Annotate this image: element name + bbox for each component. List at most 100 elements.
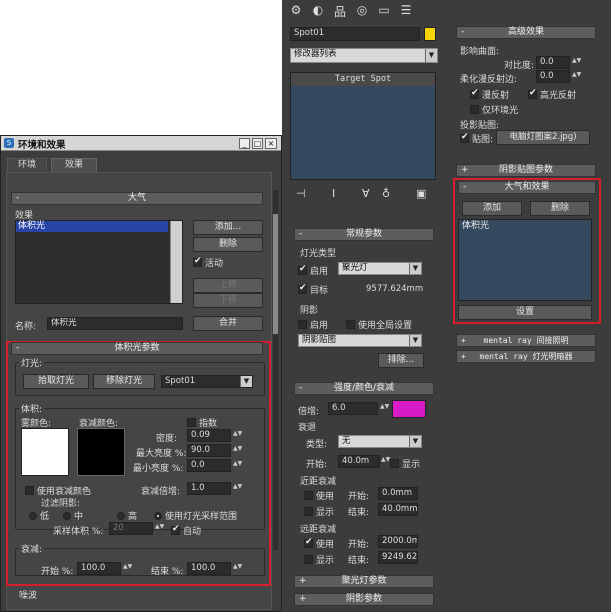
- list-item[interactable]: 体积光: [459, 220, 591, 232]
- shadow-type-dropdown[interactable]: 阴影贴图 ▼: [298, 334, 422, 347]
- scrollbar[interactable]: [273, 190, 278, 550]
- map-checkbox[interactable]: 贴图:: [460, 132, 493, 145]
- atm-effects-list[interactable]: 体积光: [458, 219, 592, 301]
- auto-checkbox[interactable]: 自动: [171, 524, 201, 537]
- radio-high[interactable]: 高: [117, 509, 137, 522]
- rollout-advanced-effects[interactable]: - 高级效果: [456, 26, 596, 39]
- tab-environment[interactable]: 环境: [7, 158, 47, 172]
- motion-tab-icon[interactable]: ◎: [354, 3, 370, 19]
- spinner-icon[interactable]: ▲▼: [380, 404, 389, 410]
- sample-vol-input[interactable]: 20: [109, 522, 153, 535]
- contrast-input[interactable]: 0.0: [536, 56, 570, 69]
- atten-end-input[interactable]: 100.0: [187, 562, 231, 575]
- rollout-atmosphere[interactable]: - 大气: [11, 192, 263, 205]
- hierarchy-tab-icon[interactable]: 品: [332, 3, 348, 19]
- rollout-mr-shader[interactable]: + mental ray 灯光明暗器: [456, 350, 596, 363]
- atten-start-input[interactable]: 100.0: [77, 562, 121, 575]
- modify-tab-icon[interactable]: ◐: [310, 3, 326, 19]
- near-use-checkbox[interactable]: 使用: [304, 489, 334, 502]
- maximize-button[interactable]: □: [252, 138, 263, 149]
- far-use-checkbox[interactable]: 使用: [304, 537, 334, 550]
- radio-mid[interactable]: 中: [63, 509, 83, 522]
- exponential-checkbox[interactable]: 指数: [187, 416, 217, 429]
- spinner-icon[interactable]: ▲▼: [572, 58, 581, 64]
- near-end-input[interactable]: 40.0mm: [378, 503, 418, 516]
- object-color-swatch[interactable]: [424, 27, 436, 41]
- minimize-button[interactable]: _: [239, 138, 250, 149]
- setup-button[interactable]: 设置: [458, 305, 592, 320]
- rollout-general-params[interactable]: - 常规参数: [294, 228, 434, 241]
- decay-start-input[interactable]: 40.0m: [338, 455, 380, 468]
- name-input[interactable]: 体积光: [47, 317, 183, 330]
- rollout-mr-indirect[interactable]: + mental ray 间接照明: [456, 334, 596, 347]
- near-show-checkbox[interactable]: 显示: [304, 505, 334, 518]
- merge-button[interactable]: 合并: [193, 316, 263, 331]
- add-atm-button[interactable]: 添加: [462, 201, 522, 216]
- shadow-on-checkbox[interactable]: 启用: [298, 318, 328, 331]
- spinner-icon[interactable]: ▲▼: [233, 431, 242, 437]
- list-scrollbar[interactable]: [170, 221, 182, 303]
- far-start-input[interactable]: 2000.0m: [378, 535, 418, 548]
- delete-effect-button[interactable]: 删除: [193, 237, 263, 252]
- projector-map-button[interactable]: 电脑灯图案2.jpg): [496, 130, 590, 145]
- show-end-result-icon[interactable]: Ⅰ: [332, 187, 335, 200]
- soften-input[interactable]: 0.0: [536, 70, 570, 83]
- exclude-button[interactable]: 排除...: [378, 353, 424, 368]
- rollout-spotlight-params[interactable]: + 聚光灯参数: [294, 575, 434, 588]
- decay-show-checkbox[interactable]: 显示: [390, 457, 420, 470]
- object-name-input[interactable]: Spot01: [290, 27, 420, 41]
- light-color-swatch[interactable]: [392, 400, 426, 418]
- spinner-icon[interactable]: ▲▼: [381, 457, 390, 463]
- near-start-input[interactable]: 0.0mm: [378, 487, 418, 500]
- radio-low[interactable]: 低: [29, 509, 49, 522]
- pick-light-button[interactable]: 拾取灯光: [23, 374, 89, 389]
- specular-checkbox[interactable]: 高光反射: [528, 88, 576, 101]
- spinner-icon[interactable]: ▲▼: [572, 72, 581, 78]
- spinner-icon[interactable]: ▲▼: [233, 564, 242, 570]
- light-on-checkbox[interactable]: 启用: [298, 264, 328, 277]
- spinner-icon[interactable]: ▲▼: [155, 524, 164, 530]
- atten-mult-input[interactable]: 1.0: [187, 482, 231, 495]
- rollout-shadow-map-params[interactable]: + 阴影贴图参数: [456, 164, 596, 177]
- add-effect-button[interactable]: 添加...: [193, 220, 263, 235]
- create-tab-icon[interactable]: ⚙: [288, 3, 304, 19]
- list-item[interactable]: 体积光: [16, 221, 168, 232]
- spinner-icon[interactable]: ▲▼: [233, 446, 242, 452]
- remove-light-button[interactable]: 移除灯光: [93, 374, 155, 389]
- spinner-icon[interactable]: ▲▼: [123, 564, 132, 570]
- far-end-input[interactable]: 9249.62: [378, 551, 418, 564]
- pin-stack-icon[interactable]: ⊣: [296, 187, 306, 200]
- configure-sets-icon[interactable]: ▣: [416, 187, 426, 200]
- modifier-stack[interactable]: Target Spot: [290, 72, 436, 180]
- light-type-dropdown[interactable]: 聚光灯 ▼: [338, 262, 422, 275]
- max-bright-input[interactable]: 90.0: [187, 444, 231, 457]
- move-down-button[interactable]: 下移: [193, 293, 263, 308]
- stack-item[interactable]: Target Spot: [291, 73, 435, 86]
- light-select[interactable]: Spot01 ▼: [161, 375, 253, 388]
- radio-use-sample-range[interactable]: 使用灯光采样范围: [154, 509, 237, 522]
- rollout-shadow-params[interactable]: + 阴影参数: [294, 593, 434, 606]
- rollout-atmospheres-effects[interactable]: - 大气和效果: [458, 181, 596, 194]
- close-button[interactable]: ×: [265, 138, 277, 149]
- active-checkbox[interactable]: 活动: [193, 256, 223, 269]
- target-checkbox[interactable]: 目标: [298, 283, 328, 296]
- atten-color-swatch[interactable]: [77, 428, 125, 476]
- density-input[interactable]: 0.09: [187, 429, 231, 442]
- modifier-list-dropdown[interactable]: 修改器列表 ▼: [290, 48, 438, 63]
- spinner-icon[interactable]: ▲▼: [233, 461, 242, 467]
- spinner-icon[interactable]: ▲▼: [233, 484, 242, 490]
- make-unique-icon[interactable]: ∀: [362, 187, 370, 200]
- remove-modifier-icon[interactable]: ♁: [382, 187, 390, 200]
- decay-type-dropdown[interactable]: 无 ▼: [338, 435, 422, 448]
- rollout-volume-light[interactable]: - 体积光参数: [11, 342, 263, 355]
- delete-atm-button[interactable]: 删除: [530, 201, 590, 216]
- min-bright-input[interactable]: 0.0: [187, 459, 231, 472]
- tab-effects[interactable]: 效果: [51, 158, 97, 172]
- rollout-intensity[interactable]: - 强度/颜色/衰减: [294, 382, 434, 395]
- far-show-checkbox[interactable]: 显示: [304, 553, 334, 566]
- fog-color-swatch[interactable]: [21, 428, 69, 476]
- move-up-button[interactable]: 上移: [193, 278, 263, 293]
- diffuse-checkbox[interactable]: 漫反射: [470, 88, 509, 101]
- use-global-checkbox[interactable]: 使用全局设置: [346, 318, 412, 331]
- multiplier-input[interactable]: 6.0: [328, 402, 378, 415]
